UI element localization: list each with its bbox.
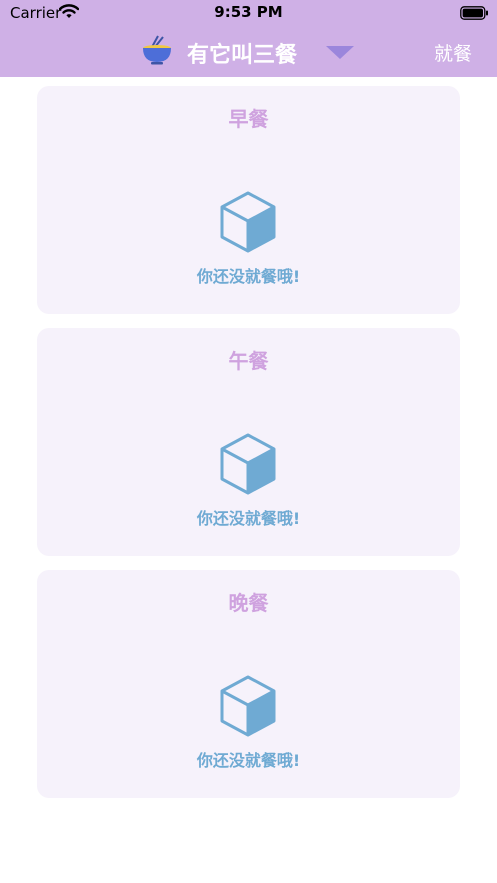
meal-card-lunch[interactable]: 午餐 你还没就餐哦!	[37, 328, 460, 556]
meal-card-dinner[interactable]: 晚餐 你还没就餐哦!	[37, 570, 460, 798]
empty-box-icon	[220, 191, 276, 257]
meal-card-breakfast[interactable]: 早餐 你还没就餐哦!	[37, 86, 460, 314]
dine-button[interactable]: 就餐	[434, 39, 472, 66]
empty-box-icon	[220, 675, 276, 741]
app-title[interactable]: 有它叫三餐	[187, 37, 297, 69]
meal-title: 早餐	[228, 107, 269, 131]
bowl-icon	[141, 35, 173, 69]
status-bar: Carrier 9:53 PM	[0, 0, 497, 26]
meal-title: 午餐	[228, 349, 269, 373]
meal-title: 晚餐	[228, 591, 269, 615]
empty-message: 你还没就餐哦!	[196, 751, 301, 770]
empty-box-icon	[220, 433, 276, 499]
empty-message: 你还没就餐哦!	[196, 509, 301, 528]
nav-bar: 有它叫三餐 就餐	[0, 26, 497, 77]
battery-icon	[460, 5, 489, 24]
dropdown-triangle-icon[interactable]	[326, 45, 354, 64]
empty-message: 你还没就餐哦!	[196, 267, 301, 286]
status-time: 9:53 PM	[214, 3, 283, 21]
